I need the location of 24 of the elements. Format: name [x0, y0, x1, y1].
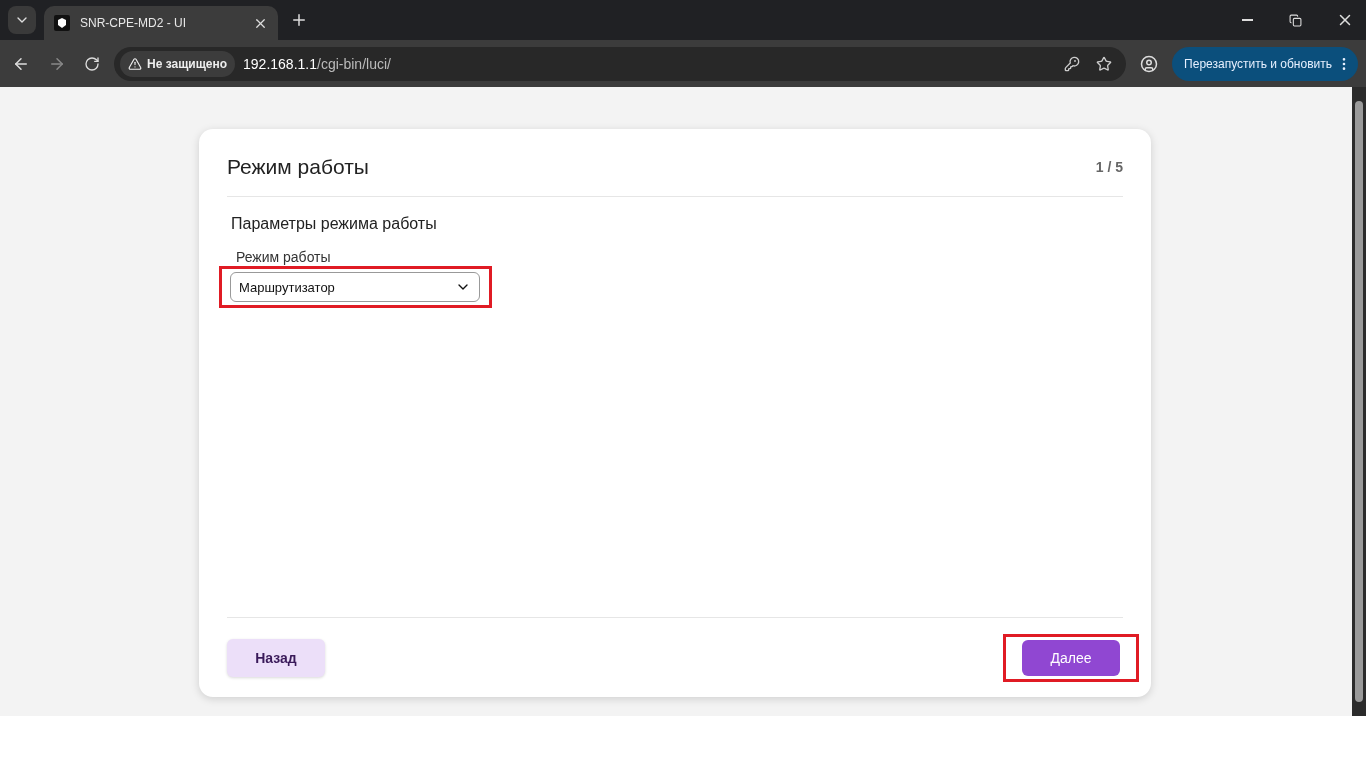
minimize-icon: [1242, 19, 1253, 21]
tab-title: SNR-CPE-MD2 - UI: [80, 16, 187, 30]
mode-select[interactable]: Маршрутизатор: [230, 272, 480, 302]
restore-icon: [1289, 13, 1302, 27]
security-chip[interactable]: Не защищено: [120, 50, 236, 77]
site-logo-icon: [54, 15, 70, 31]
step-counter: 1 / 5: [1095, 158, 1123, 175]
browser-tab[interactable]: SNR-CPE-MD2 - UI: [44, 6, 278, 40]
next-button[interactable]: Далее: [1022, 639, 1120, 676]
update-button[interactable]: Перезапустить и обновить: [1172, 46, 1358, 81]
warning-icon: [128, 56, 142, 71]
profile-icon: [1140, 54, 1159, 73]
address-bar[interactable]: Не защищено 192.168.1.1/cgi-bin/luci/: [114, 46, 1127, 81]
reload-icon: [84, 55, 100, 72]
bookmark-star-icon[interactable]: [1096, 55, 1113, 72]
url-text: 192.168.1.1/cgi-bin/luci/: [243, 55, 392, 72]
key-icon[interactable]: [1064, 55, 1081, 72]
back-button[interactable]: Назад: [227, 638, 325, 677]
wizard-title: Режим работы: [227, 154, 369, 179]
tab-list-button[interactable]: [8, 6, 36, 34]
section-title: Параметры режима работы: [231, 215, 438, 233]
scrollbar[interactable]: [1352, 87, 1366, 716]
field-label: Режим работы: [236, 249, 332, 265]
plus-icon: [290, 11, 308, 29]
